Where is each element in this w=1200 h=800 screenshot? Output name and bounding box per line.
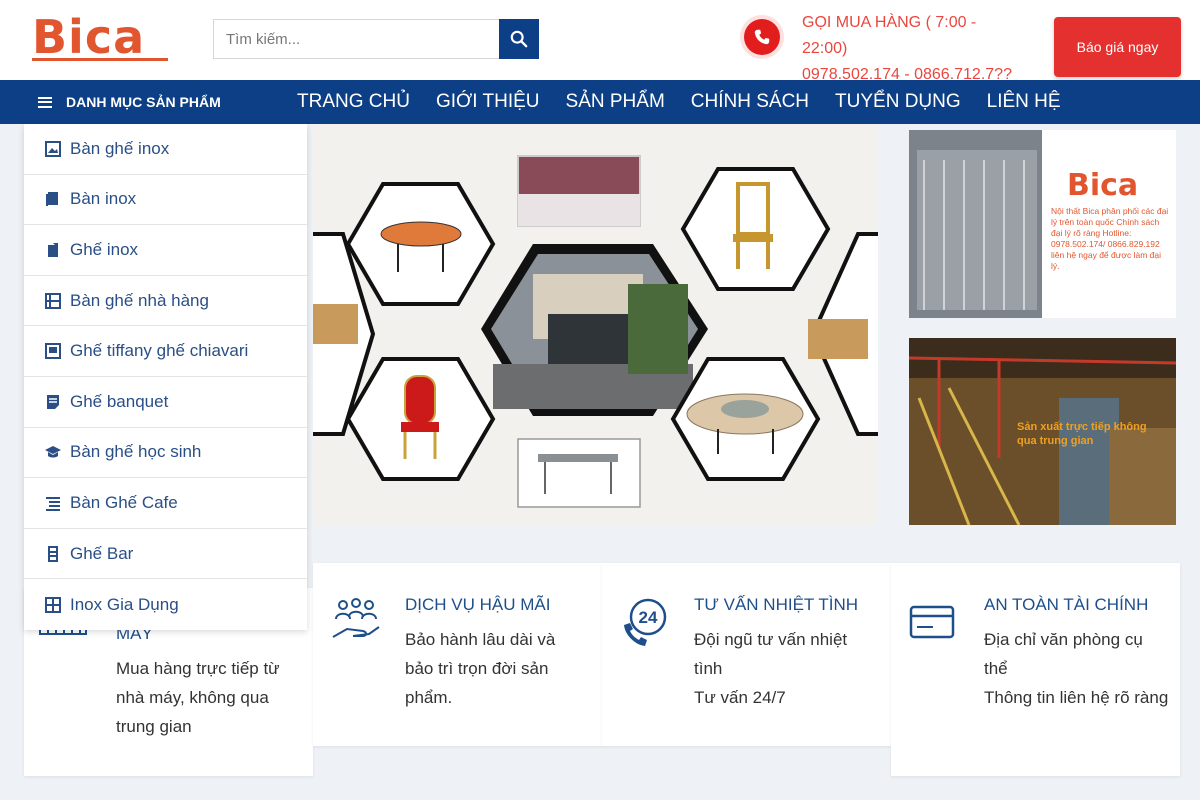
credit-card-icon bbox=[909, 605, 955, 639]
nav-item-about[interactable]: GIỚI THIỆU bbox=[423, 91, 553, 113]
feature-card-consulting: 24 TƯ VẤN NHIỆT TÌNH Đội ngũ tư vấn nhiệ… bbox=[602, 563, 891, 746]
feature-text: Địa chỉ văn phòng cụ thể bbox=[984, 630, 1143, 678]
category-toggle[interactable]: DANH MỤC SẢN PHẨM bbox=[38, 80, 221, 124]
feature-title: AN TOÀN TÀI CHÍNH bbox=[984, 595, 1149, 614]
category-label: Bàn ghế inox bbox=[70, 138, 170, 158]
search-input[interactable] bbox=[214, 20, 499, 58]
search-form bbox=[213, 19, 539, 59]
category-item[interactable]: Ghế Bar bbox=[24, 529, 307, 580]
site-header: Bica GỌI MUA HÀNG ( 7:00 - 22:00) 0978.5… bbox=[0, 0, 1200, 83]
category-label: Bàn ghế nhà hàng bbox=[70, 290, 209, 310]
hero-banner[interactable] bbox=[313, 124, 878, 526]
category-item[interactable]: Ghế inox bbox=[24, 225, 307, 276]
category-label: Bàn Ghế Cafe bbox=[70, 492, 178, 512]
feature-card-aftersales: DỊCH VỤ HẬU MÃI Bảo hành lâu dài và bảo … bbox=[313, 563, 602, 746]
nav-item-policy[interactable]: CHÍNH SÁCH bbox=[678, 91, 822, 113]
hero-banner-graphic bbox=[313, 155, 878, 508]
category-label: Bàn ghế học sinh bbox=[70, 442, 202, 462]
image-icon bbox=[44, 140, 62, 158]
hotline-label: GỌI MUA HÀNG ( 7:00 - 22:00) bbox=[802, 14, 977, 57]
category-item[interactable]: Bàn ghế học sinh bbox=[24, 428, 307, 479]
nav-item-contact[interactable]: LIÊN HỆ bbox=[974, 91, 1074, 113]
logo[interactable]: Bica bbox=[32, 10, 145, 64]
dealer-brand: Bica bbox=[1067, 168, 1139, 203]
category-toggle-label: DANH MỤC SẢN PHẨM bbox=[66, 94, 221, 110]
dealer-banner[interactable]: Bica Nội thất Bica phân phối các đại lý … bbox=[909, 130, 1176, 318]
feature-text-secondary: Tư vấn 24/7 bbox=[694, 688, 786, 707]
category-label: Ghế tiffany ghế chiavari bbox=[70, 341, 249, 361]
hotline[interactable]: GỌI MUA HÀNG ( 7:00 - 22:00) 0978.502.17… bbox=[802, 10, 1022, 88]
gallery-icon bbox=[44, 342, 62, 360]
category-item[interactable]: Bàn Ghế Cafe bbox=[24, 478, 307, 529]
phone-icon bbox=[744, 19, 780, 55]
graduation-cap-icon bbox=[44, 443, 62, 461]
feature-title: DỊCH VỤ HẬU MÃI bbox=[405, 595, 551, 614]
category-menu: Bàn ghế inox Bàn inox Ghế inox Bàn ghế n… bbox=[24, 124, 307, 630]
feature-card-finance: AN TOÀN TÀI CHÍNH Địa chỉ văn phòng cụ t… bbox=[891, 563, 1180, 776]
quote-button[interactable]: Báo giá ngay bbox=[1054, 17, 1181, 77]
nav-item-careers[interactable]: TUYỂN DỤNG bbox=[822, 91, 974, 113]
feature-text: Bảo hành lâu dài và bảo trì trọn đời sản… bbox=[405, 630, 556, 707]
people-hand-icon bbox=[332, 598, 380, 638]
category-item[interactable]: Bàn inox bbox=[24, 175, 307, 226]
grid-icon bbox=[44, 596, 62, 614]
book-icon bbox=[44, 190, 62, 208]
list-icon bbox=[44, 494, 62, 512]
category-label: Ghế inox bbox=[70, 239, 139, 259]
feature-text: Mua hàng trực tiếp từ nhà máy, không qua… bbox=[116, 659, 280, 736]
main-nav: DANH MỤC SẢN PHẨM TRANG CHỦ GIỚI THIỆU S… bbox=[0, 80, 1200, 124]
search-icon bbox=[510, 30, 528, 48]
feature-text-secondary: Thông tin liên hệ rõ ràng bbox=[984, 688, 1169, 707]
dealer-text: Nội thất Bica phân phối các đại lý trên … bbox=[1051, 206, 1169, 271]
category-label: Bàn inox bbox=[70, 189, 137, 209]
search-button[interactable] bbox=[499, 19, 539, 59]
menu-icon bbox=[38, 96, 52, 108]
category-item[interactable]: Ghế banquet bbox=[24, 377, 307, 428]
phone-24-icon: 24 bbox=[624, 598, 667, 646]
bar-stool-icon bbox=[44, 545, 62, 563]
logo-underline bbox=[32, 58, 168, 61]
factory-banner[interactable]: Sản xuất trực tiếp không qua trung gian bbox=[909, 338, 1176, 525]
category-item[interactable]: Bàn ghế nhà hàng bbox=[24, 276, 307, 327]
film-icon bbox=[44, 292, 62, 310]
feature-title: TƯ VẤN NHIỆT TÌNH bbox=[694, 595, 859, 614]
feature-text: Đội ngũ tư vấn nhiệt tình bbox=[694, 630, 848, 678]
svg-text:24: 24 bbox=[639, 608, 658, 627]
nav-items: TRANG CHỦ GIỚI THIỆU SẢN PHẨM CHÍNH SÁCH… bbox=[284, 80, 1074, 124]
category-item[interactable]: Bàn ghế inox bbox=[24, 124, 307, 175]
bookmark-icon bbox=[44, 241, 62, 259]
nav-item-home[interactable]: TRANG CHỦ bbox=[284, 91, 423, 113]
category-label: Ghế Bar bbox=[70, 543, 134, 563]
category-item[interactable]: Inox Gia Dụng bbox=[24, 579, 307, 630]
document-icon bbox=[44, 393, 62, 411]
category-item[interactable]: Ghế tiffany ghế chiavari bbox=[24, 326, 307, 377]
nav-item-products[interactable]: SẢN PHẨM bbox=[553, 91, 678, 113]
factory-caption: Sản xuất trực tiếp không qua trung gian bbox=[1017, 421, 1147, 447]
category-label: Ghế banquet bbox=[70, 391, 169, 411]
category-label: Inox Gia Dụng bbox=[70, 594, 179, 614]
